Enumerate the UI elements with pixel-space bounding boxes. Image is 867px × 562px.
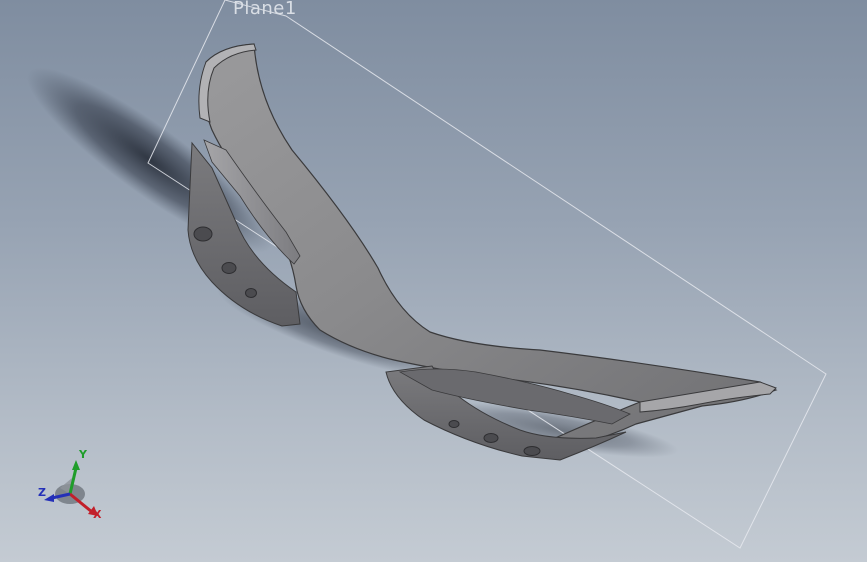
graphics-viewport[interactable]: Plane1 Y X Z: [0, 0, 867, 562]
plane1-label[interactable]: Plane1: [233, 0, 297, 19]
model-scene[interactable]: [0, 0, 867, 562]
axis-z-label: Z: [38, 486, 46, 499]
bracket-part[interactable]: [187, 43, 778, 461]
axis-x-label: X: [93, 508, 102, 521]
axis-y-label: Y: [79, 448, 87, 461]
orientation-triad[interactable]: Y X Z: [36, 446, 108, 526]
